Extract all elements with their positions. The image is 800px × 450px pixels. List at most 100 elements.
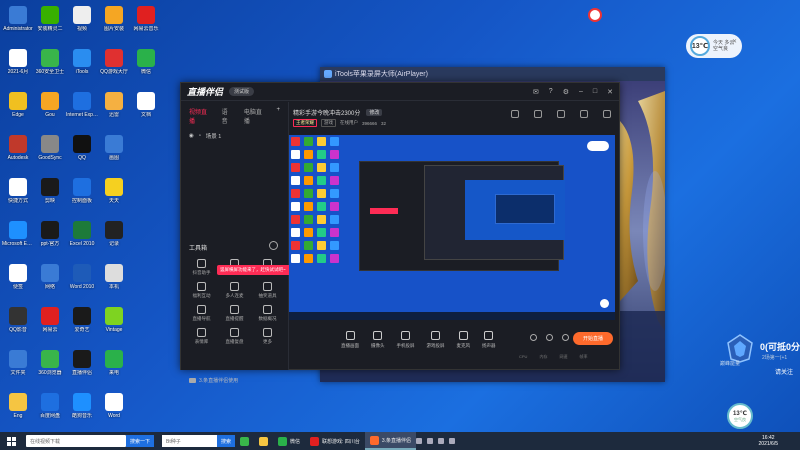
desktop-icon[interactable]: 百度网盘: [34, 389, 66, 432]
desktop-icon[interactable]: Microsoft Edge: [2, 217, 34, 260]
source-tool[interactable]: 麦克风: [457, 331, 470, 349]
desktop-icon[interactable]: 快捷方式: [2, 174, 34, 217]
desktop-icon[interactable]: iTools: [66, 45, 98, 88]
close-icon[interactable]: ✕: [732, 38, 737, 45]
layout-icon[interactable]: [511, 110, 519, 118]
tab-voice[interactable]: 语音: [222, 107, 232, 125]
tray-icon[interactable]: [416, 438, 422, 444]
eye-icon[interactable]: ◉: [189, 133, 194, 139]
airplayer-titlebar[interactable]: iTools苹果录屏大师(AirPlayer): [320, 67, 665, 81]
desktop-icon[interactable]: 爱奇艺: [66, 303, 98, 346]
source-tool[interactable]: 手机投屏: [397, 331, 415, 349]
desktop-icon[interactable]: QQ影音: [2, 303, 34, 346]
desktop-icon[interactable]: 文档: [130, 88, 162, 131]
desktop-icon[interactable]: 视频: [66, 2, 98, 45]
desktop-icon[interactable]: 酷狗音乐: [66, 389, 98, 432]
desktop-icon[interactable]: 文件夹: [2, 346, 34, 389]
network-icon[interactable]: [427, 438, 433, 444]
desktop-icon[interactable]: 图片安装: [98, 2, 130, 45]
desktop-icon[interactable]: 微信: [130, 45, 162, 88]
help-icon[interactable]: ?: [549, 88, 553, 95]
live-preview[interactable]: [289, 135, 615, 320]
fullscreen-icon[interactable]: [603, 110, 611, 118]
source-tool[interactable]: 直播画面: [341, 331, 359, 349]
input-method-icon[interactable]: [449, 438, 455, 444]
taskbar-app[interactable]: 3.条直播伴侣: [364, 432, 416, 450]
message-icon[interactable]: ✉: [533, 88, 539, 96]
source-tool[interactable]: 游戏投屏: [427, 331, 445, 349]
desktop-icon[interactable]: 网易云: [34, 303, 66, 346]
landscape-icon[interactable]: [580, 110, 588, 118]
desktop-icon[interactable]: 网络: [34, 260, 66, 303]
desktop-icon[interactable]: Word 2010: [66, 260, 98, 303]
taskbar-app[interactable]: 联想游戏: 四川台: [305, 432, 365, 450]
desktop-icon[interactable]: 迅雷: [98, 88, 130, 131]
toolbox-item[interactable]: 直播复盘: [218, 326, 251, 349]
desktop-icon[interactable]: 本机: [98, 260, 130, 303]
desktop-icon[interactable]: 记录: [98, 217, 130, 260]
weather-widget[interactable]: 13 ℃ 今天 多云 空气良 ✕: [686, 34, 742, 58]
gear-icon[interactable]: [562, 334, 569, 341]
notification-icon[interactable]: [588, 8, 602, 22]
desktop-icon[interactable]: 安装精灵二: [34, 2, 66, 45]
desktop-icon[interactable]: Edge: [2, 88, 34, 131]
left-footer[interactable]: 3.条直播伴侣使用: [189, 377, 238, 384]
desktop-icon[interactable]: 剪映: [34, 174, 66, 217]
lock-icon[interactable]: [534, 110, 542, 118]
taskbar-app[interactable]: 微信: [273, 432, 305, 450]
source-tool[interactable]: 扬声器: [482, 331, 496, 349]
desktop-icon[interactable]: Vintage: [98, 303, 130, 346]
weather-ball[interactable]: 13℃ 空气良: [727, 403, 753, 429]
desktop-icon[interactable]: 画图: [98, 131, 130, 174]
desktop-icon[interactable]: 360安全卫士: [34, 45, 66, 88]
desktop-icon[interactable]: 360浏览器: [34, 346, 66, 389]
desktop-icon[interactable]: QQ游戏大厅: [98, 45, 130, 88]
toolbox-item[interactable]: 直播提醒: [218, 303, 251, 326]
tab-video-live[interactable]: 视频直播: [189, 107, 210, 125]
taskbar-pinned-explorer[interactable]: [254, 432, 273, 450]
toolbox-item[interactable]: 抖音助手: [185, 257, 218, 280]
desktop-icon[interactable]: 2021-6月: [2, 45, 34, 88]
add-scene-icon[interactable]: +: [276, 107, 280, 125]
desktop-icon[interactable]: QQ: [66, 131, 98, 174]
camera-settings-icon[interactable]: [530, 334, 537, 341]
app-titlebar[interactable]: 直播伴侣 测试版 ✉ ? ⚙ – □ ✕: [181, 83, 619, 101]
taskbar-search2-button[interactable]: 搜索: [217, 435, 236, 447]
desktop-icon[interactable]: Eng: [2, 389, 34, 432]
settings-icon[interactable]: ⚙: [563, 88, 569, 96]
toolbox-item[interactable]: 多人连麦: [218, 280, 251, 303]
taskbar-search-input[interactable]: 在线视频下载: [26, 435, 126, 447]
desktop-icon[interactable]: Gou: [34, 88, 66, 131]
desktop-icon[interactable]: 网易云音乐: [130, 2, 162, 45]
volume-icon[interactable]: [438, 438, 444, 444]
clock[interactable]: 16:42 2021/6/5: [759, 435, 800, 447]
version-badge[interactable]: 测试版: [229, 87, 255, 96]
toolbox-item[interactable]: 直播导航: [185, 303, 218, 326]
tag-game[interactable]: 王者荣耀: [293, 119, 317, 127]
volume-icon[interactable]: [546, 334, 553, 341]
edit-title-button[interactable]: 修改: [366, 109, 383, 116]
toolbox-item[interactable]: 表情库: [185, 326, 218, 349]
close-icon[interactable]: ✕: [607, 88, 613, 96]
live-companion-window[interactable]: 直播伴侣 测试版 ✉ ? ⚙ – □ ✕ 视频直播 语音 电脑直播 + ◉ ▫ …: [180, 82, 620, 384]
taskbar-search2-input[interactable]: Bt种子: [162, 435, 218, 447]
desktop-icon[interactable]: Word: [98, 389, 130, 432]
desktop-icon[interactable]: 便签: [2, 260, 34, 303]
source-tool[interactable]: 摄像头: [371, 331, 385, 349]
scene-item[interactable]: ◉ ▫ 场景 1: [181, 129, 288, 143]
desktop-icon[interactable]: Internet Explorer: [66, 88, 98, 131]
desktop-icon[interactable]: Excel 2010: [66, 217, 98, 260]
taskbar-search-button[interactable]: 搜索一下: [126, 435, 155, 447]
lock-icon[interactable]: ▫: [199, 133, 201, 139]
minimize-icon[interactable]: –: [579, 88, 583, 95]
toolbox-item[interactable]: 福利互动: [185, 280, 218, 303]
portrait-icon[interactable]: [557, 110, 565, 118]
toolbox-item[interactable]: 数据概况: [251, 303, 284, 326]
desktop-icon[interactable]: ppt-官方: [34, 217, 66, 260]
taskbar-pinned-360[interactable]: [235, 432, 254, 450]
desktop-icon[interactable]: 直播伴侣: [66, 346, 98, 389]
tag-category[interactable]: 游戏: [321, 119, 336, 127]
start-live-button[interactable]: 开始直播: [573, 332, 613, 345]
desktop-icon[interactable]: 控制面板: [66, 174, 98, 217]
maximize-icon[interactable]: □: [593, 88, 597, 95]
